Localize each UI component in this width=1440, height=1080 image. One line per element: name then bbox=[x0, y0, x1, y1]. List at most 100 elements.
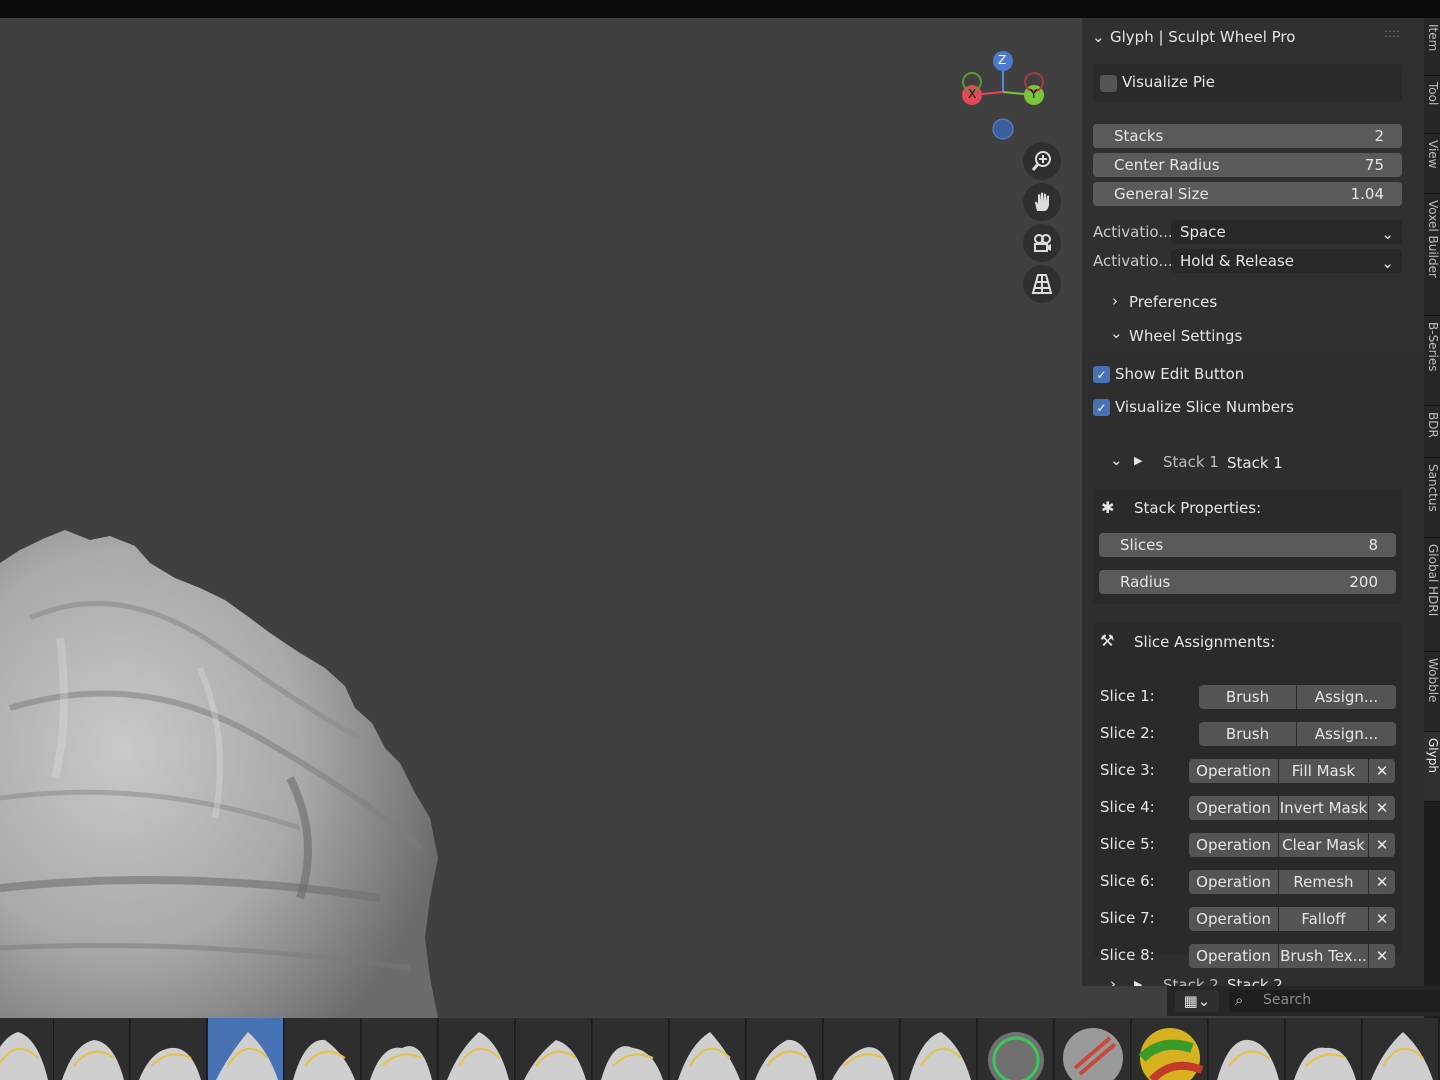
activation-key-label: Activatio... bbox=[1093, 223, 1173, 241]
pan-button[interactable] bbox=[1023, 183, 1061, 221]
camera-button[interactable] bbox=[1023, 224, 1061, 262]
tab-glyph[interactable]: Glyph bbox=[1424, 732, 1440, 802]
slices-field[interactable]: Slices 8 bbox=[1099, 533, 1396, 557]
camera-icon bbox=[1034, 234, 1051, 252]
slice-value-button[interactable]: Fill Mask bbox=[1279, 759, 1368, 783]
tab-tool[interactable]: Tool bbox=[1424, 76, 1440, 134]
slice-value-button[interactable]: Remesh bbox=[1279, 870, 1368, 894]
brush-tool-button[interactable] bbox=[285, 1018, 361, 1080]
visualize-pie-row[interactable]: Visualize Pie bbox=[1093, 64, 1402, 102]
brush-tool-button[interactable] bbox=[1055, 1018, 1131, 1080]
brush-icon bbox=[293, 1039, 355, 1080]
slice-value-button[interactable]: Assign... bbox=[1297, 722, 1396, 746]
tab-b-series[interactable]: B-Series bbox=[1424, 316, 1440, 406]
slice-type-button[interactable]: Operation bbox=[1189, 870, 1278, 894]
brush-tool-button[interactable] bbox=[1132, 1018, 1208, 1080]
stack1-name-field[interactable]: Stack 1 bbox=[1227, 454, 1283, 472]
slice-type-button[interactable]: Operation bbox=[1189, 944, 1278, 968]
brush-tool-button[interactable] bbox=[824, 1018, 900, 1080]
center-radius-field[interactable]: Center Radius 75 bbox=[1093, 153, 1402, 177]
tab-view[interactable]: View bbox=[1424, 134, 1440, 194]
wheel-settings-subpanel[interactable]: Wheel Settings bbox=[1129, 327, 1242, 345]
brush-tool-button[interactable] bbox=[593, 1018, 669, 1080]
remove-slice-icon[interactable]: ✕ bbox=[1369, 944, 1395, 968]
remove-slice-icon[interactable]: ✕ bbox=[1369, 907, 1395, 931]
visualize-slice-numbers-checkbox[interactable]: ✓ bbox=[1093, 399, 1110, 416]
tab-wobble[interactable]: Wobble bbox=[1424, 652, 1440, 732]
general-size-value: 1.04 bbox=[1350, 185, 1384, 203]
brush-tool-button[interactable] bbox=[1286, 1018, 1362, 1080]
brush-tool-button[interactable] bbox=[747, 1018, 823, 1080]
brush-tool-button[interactable] bbox=[208, 1018, 284, 1080]
chevron-right-icon[interactable]: › bbox=[1110, 975, 1116, 986]
slice-type-button[interactable]: Operation bbox=[1189, 759, 1278, 783]
remove-slice-icon[interactable]: ✕ bbox=[1369, 796, 1395, 820]
gear-icon: ✱ bbox=[1101, 498, 1115, 517]
activation-key-dropdown[interactable]: Space ⌄ bbox=[1171, 220, 1402, 244]
brush-tool-button[interactable] bbox=[362, 1018, 438, 1080]
brush-tool-button[interactable] bbox=[439, 1018, 515, 1080]
grid-view-icon[interactable]: ▦⌄ bbox=[1175, 990, 1219, 1012]
slice-value-button[interactable]: Assign... bbox=[1297, 685, 1396, 709]
slice-assignment-row: Operation Clear Mask ✕ bbox=[1189, 833, 1395, 857]
slice-label: Slice 5: bbox=[1100, 835, 1155, 853]
radius-value: 200 bbox=[1349, 573, 1378, 591]
panel-title[interactable]: Glyph | Sculpt Wheel Pro bbox=[1110, 28, 1295, 46]
slice-assignments-box: ⚒ Slice Assignments: Slice 1: Brush Assign… bbox=[1093, 623, 1402, 968]
stack2-name-field[interactable]: Stack 2 bbox=[1227, 976, 1283, 986]
drag-handle-icon[interactable]: :::: bbox=[1384, 26, 1400, 40]
stacks-value: 2 bbox=[1374, 127, 1384, 145]
chevron-down-icon[interactable]: ⌄ bbox=[1110, 324, 1123, 342]
stacks-field[interactable]: Stacks 2 bbox=[1093, 124, 1402, 148]
3d-viewport[interactable]: Z Y X bbox=[0, 18, 1082, 1018]
zoom-button[interactable] bbox=[1023, 142, 1061, 180]
chevron-down-icon[interactable]: ⌄ bbox=[1092, 28, 1105, 46]
slice-value-button[interactable]: Clear Mask bbox=[1279, 833, 1368, 857]
general-size-field[interactable]: General Size 1.04 bbox=[1093, 182, 1402, 206]
slice-type-button[interactable]: Operation bbox=[1189, 907, 1278, 931]
brush-tool-button[interactable] bbox=[670, 1018, 746, 1080]
tab-glyph-label: Glyph bbox=[1426, 738, 1440, 773]
brush-tool-button[interactable] bbox=[901, 1018, 977, 1080]
radius-field[interactable]: Radius 200 bbox=[1099, 570, 1396, 594]
slice-value-button[interactable]: Invert Mask bbox=[1279, 796, 1368, 820]
activation-mode-dropdown[interactable]: Hold & Release ⌄ bbox=[1171, 249, 1402, 273]
slice-type-button[interactable]: Operation bbox=[1189, 833, 1278, 857]
slice-label: Slice 7: bbox=[1100, 909, 1155, 927]
tab-voxel-builder[interactable]: Voxel Builder bbox=[1424, 194, 1440, 316]
tab-sanctus[interactable]: Sanctus bbox=[1424, 458, 1440, 538]
center-radius-label: Center Radius bbox=[1114, 156, 1220, 174]
general-size-label: General Size bbox=[1114, 185, 1209, 203]
brush-tool-button[interactable] bbox=[516, 1018, 592, 1080]
tab-bdr[interactable]: BDR bbox=[1424, 406, 1440, 458]
brush-icon bbox=[370, 1046, 432, 1080]
tab-item[interactable]: Item bbox=[1424, 18, 1440, 76]
brush-tool-button[interactable] bbox=[54, 1018, 130, 1080]
brush-tool-button[interactable] bbox=[0, 1018, 54, 1080]
remove-slice-icon[interactable]: ✕ bbox=[1369, 759, 1395, 783]
triangle-right-icon[interactable]: ▶ bbox=[1134, 978, 1142, 986]
slice-value-button[interactable]: Falloff bbox=[1279, 907, 1368, 931]
slice-type-button[interactable]: Operation bbox=[1189, 796, 1278, 820]
tab-global-hdri[interactable]: Global HDRI bbox=[1424, 538, 1440, 652]
remove-slice-icon[interactable]: ✕ bbox=[1369, 833, 1395, 857]
triangle-right-icon[interactable]: ▶ bbox=[1134, 454, 1142, 467]
chevron-down-icon[interactable]: ⌄ bbox=[1110, 451, 1123, 469]
visualize-pie-checkbox[interactable] bbox=[1100, 75, 1117, 92]
brush-tool-button[interactable] bbox=[978, 1018, 1054, 1080]
brush-icon bbox=[1217, 1039, 1279, 1080]
remove-slice-icon[interactable]: ✕ bbox=[1369, 870, 1395, 894]
show-edit-button-checkbox[interactable]: ✓ bbox=[1093, 366, 1110, 383]
search-input[interactable]: ⌕ Search bbox=[1229, 990, 1440, 1012]
chevron-right-icon[interactable]: › bbox=[1112, 292, 1118, 310]
preferences-subpanel[interactable]: Preferences bbox=[1129, 293, 1217, 311]
tab-global-hdri-label: Global HDRI bbox=[1426, 544, 1440, 617]
top-bar bbox=[0, 0, 1440, 18]
slice-type-button[interactable]: Brush bbox=[1199, 685, 1296, 709]
brush-tool-button[interactable] bbox=[131, 1018, 207, 1080]
slice-value-button[interactable]: Brush Tex... bbox=[1279, 944, 1368, 968]
slice-type-button[interactable]: Brush bbox=[1199, 722, 1296, 746]
perspective-button[interactable] bbox=[1023, 265, 1061, 303]
brush-tool-button[interactable] bbox=[1209, 1018, 1285, 1080]
brush-tool-button[interactable] bbox=[1363, 1018, 1439, 1080]
